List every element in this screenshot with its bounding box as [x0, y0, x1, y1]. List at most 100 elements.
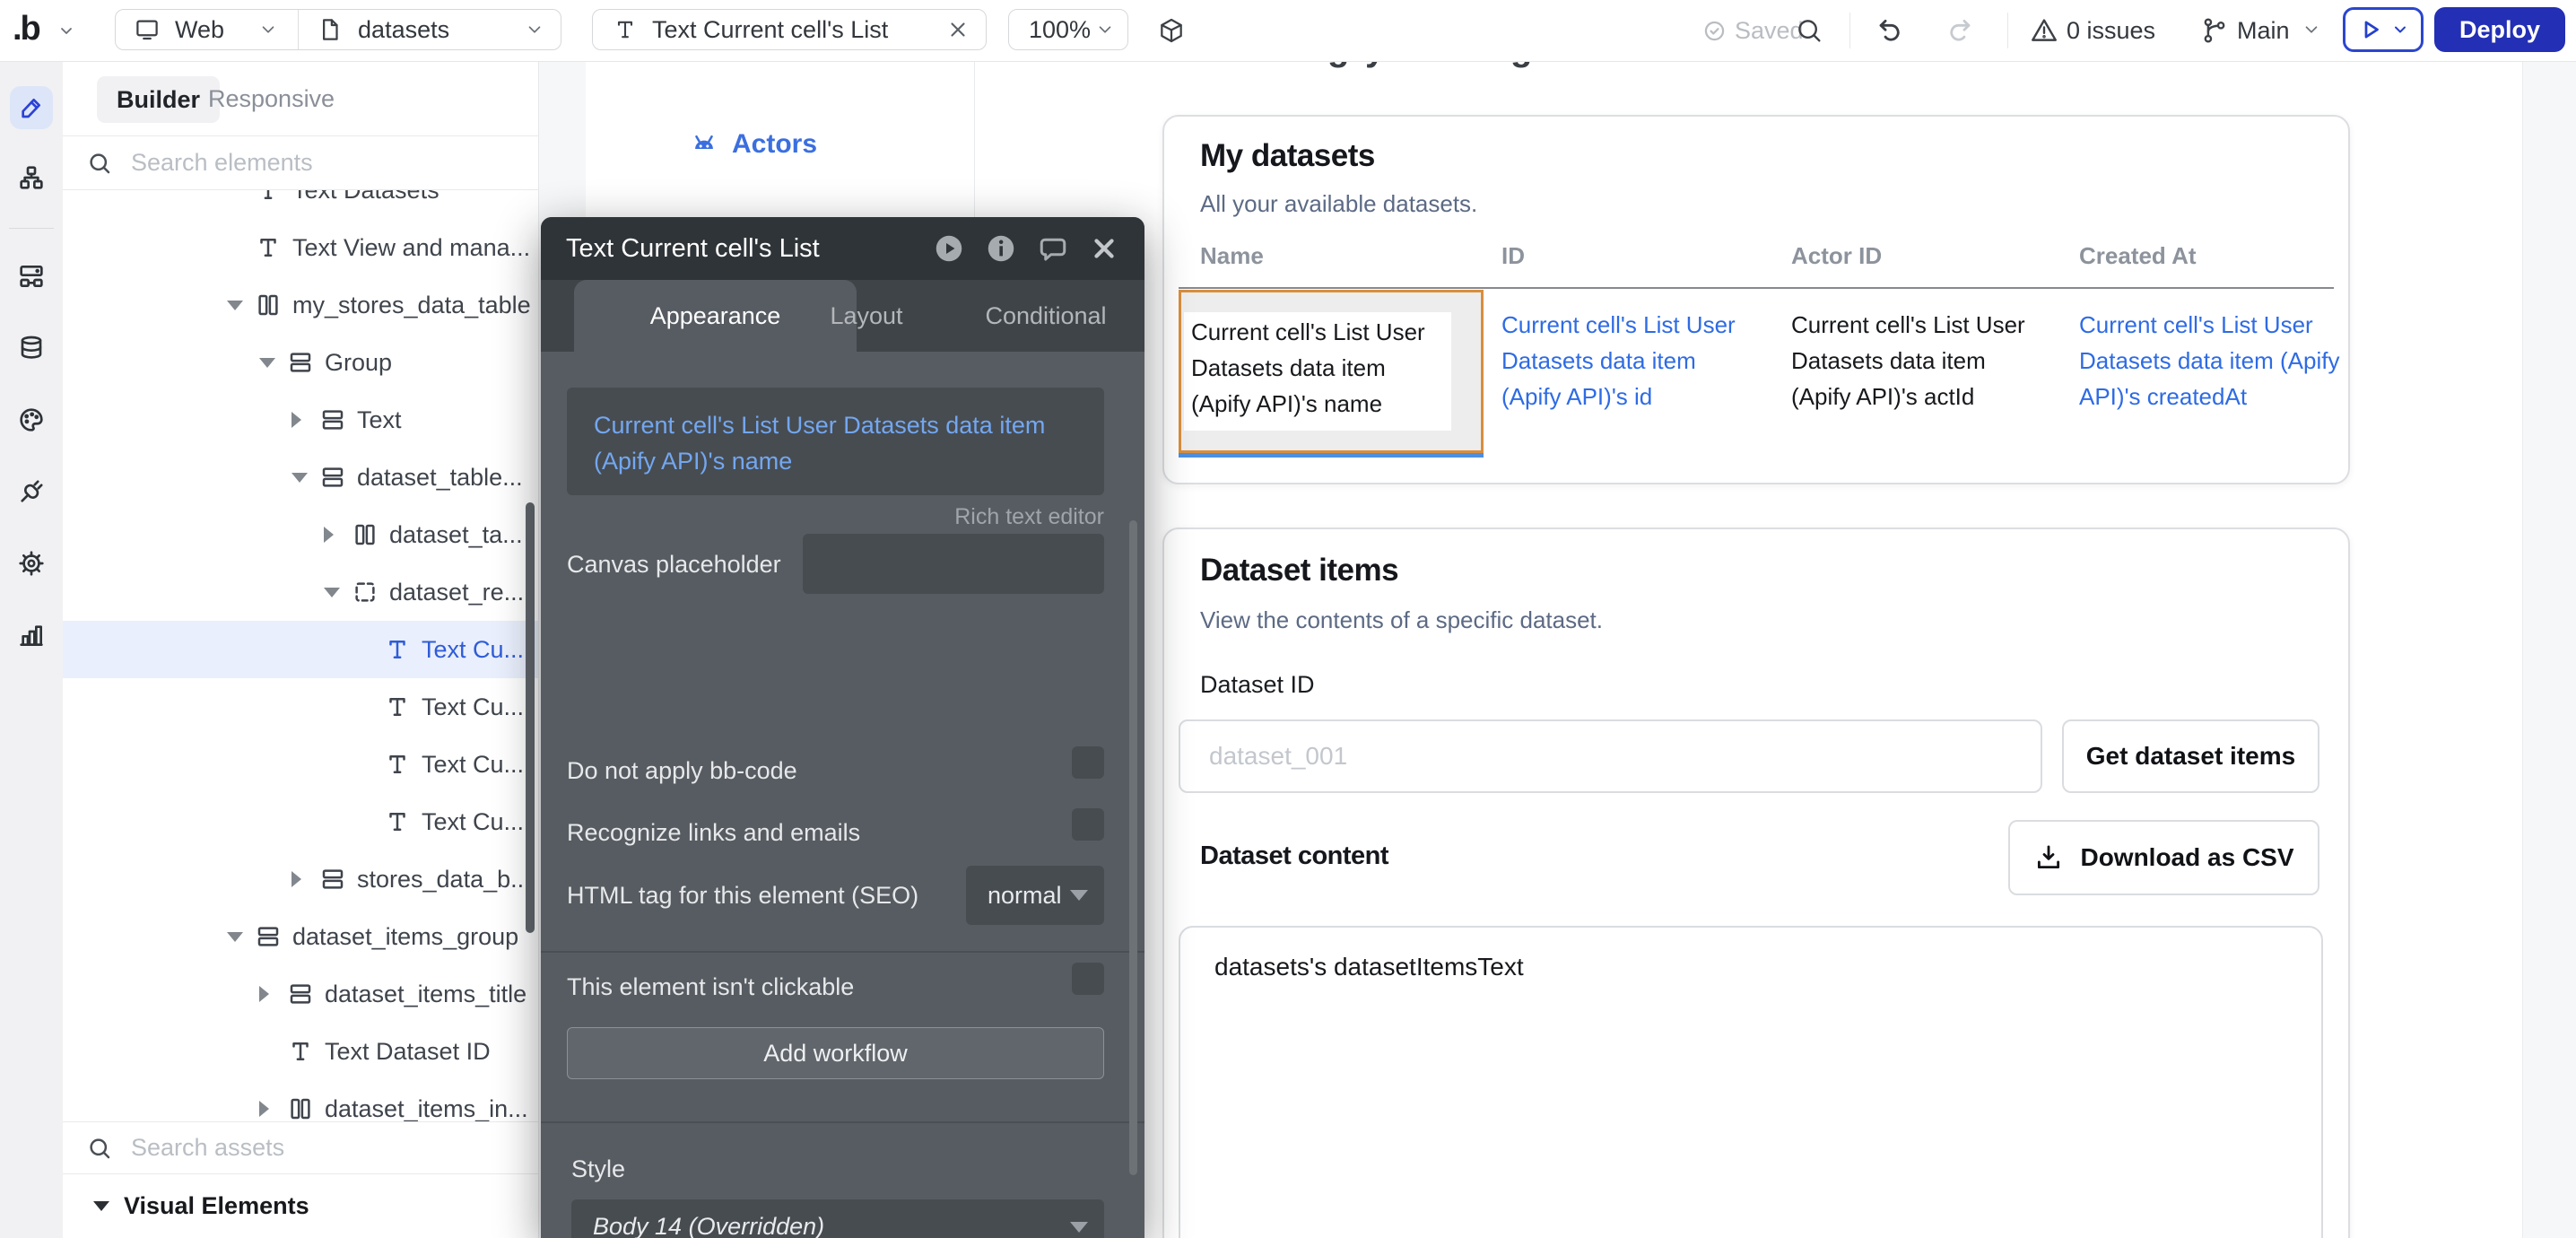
comment-icon[interactable]	[1037, 232, 1069, 265]
tree-item[interactable]: dataset_ta...	[63, 506, 538, 563]
chevron-down-icon[interactable]	[1095, 20, 1115, 39]
rail-data-tab[interactable]	[10, 327, 53, 370]
chevron-down-icon[interactable]	[2302, 20, 2321, 39]
close-icon[interactable]	[946, 18, 970, 41]
not-clickable-checkbox[interactable]	[1072, 963, 1104, 995]
caret-right-icon[interactable]	[292, 871, 319, 887]
cell-actor-id-text[interactable]: Current cell's List User Datasets data i…	[1791, 307, 2039, 414]
rail-workflow-tab[interactable]	[10, 156, 53, 199]
property-editor-header[interactable]: Text Current cell's List	[541, 217, 1144, 280]
caret-right-icon[interactable]	[324, 527, 352, 543]
plug-icon	[17, 477, 46, 506]
col-header-name: Name	[1200, 242, 1264, 270]
tree-item[interactable]: Text Cu...	[63, 793, 538, 850]
rail-plugins-tab[interactable]	[10, 470, 53, 513]
caret-down-icon[interactable]	[227, 301, 255, 310]
tab-conditional[interactable]: Conditional	[956, 280, 1136, 352]
tree-item[interactable]: Text Cu...	[63, 678, 538, 736]
caret-right-icon[interactable]	[259, 986, 287, 1002]
property-editor-scrollbar[interactable]	[1129, 520, 1137, 1175]
caret-right-icon[interactable]	[292, 412, 319, 428]
package-icon[interactable]	[1157, 16, 1186, 45]
open-element-tab[interactable]: Text Current cell's List	[592, 9, 987, 50]
caret-down-icon[interactable]	[324, 588, 352, 597]
branch-select[interactable]: Main	[2237, 17, 2290, 45]
rail-design-tab[interactable]	[10, 86, 53, 129]
download-csv-button[interactable]: Download as CSV	[2008, 820, 2319, 895]
tree-scrollbar[interactable]	[526, 502, 535, 933]
get-dataset-items-button[interactable]: Get dataset items	[2062, 719, 2319, 793]
style-dropdown[interactable]: Body 14 (Overridden)	[571, 1199, 1104, 1238]
caret-down-icon[interactable]	[292, 473, 319, 483]
rail-logs-tab[interactable]	[10, 614, 53, 657]
search-icon[interactable]	[1794, 15, 1824, 46]
logo-chevron-down-icon[interactable]	[56, 20, 77, 41]
tree-item[interactable]: dataset_items_group	[63, 908, 538, 965]
tab-builder[interactable]: Builder	[97, 76, 220, 123]
tree-item[interactable]: Text Cu...	[63, 736, 538, 793]
rail-styles-tab[interactable]	[10, 398, 53, 441]
style-value: Body 14 (Overridden)	[571, 1213, 1070, 1238]
caret-down-icon[interactable]	[227, 932, 255, 942]
selected-text-element-cell[interactable]: Current cell's List User Datasets data i…	[1179, 290, 1484, 453]
rail-settings-tab[interactable]	[10, 542, 53, 585]
tree-item[interactable]: Text Dataset ID	[63, 1023, 538, 1080]
tree-item[interactable]: dataset_items_in...	[63, 1080, 538, 1121]
html-tag-dropdown[interactable]: normal	[966, 866, 1104, 925]
canvas-placeholder-input[interactable]	[803, 534, 1104, 594]
chevron-down-icon[interactable]	[258, 20, 278, 39]
search-assets-row[interactable]: Search assets	[63, 1121, 538, 1173]
rich-text-editor-link[interactable]: Rich text editor	[954, 504, 1104, 530]
zoom-control[interactable]: 100%	[1008, 9, 1128, 50]
tree-item[interactable]: Text Cu...	[63, 621, 538, 678]
add-workflow-button[interactable]: Add workflow	[567, 1027, 1104, 1079]
cell-id-text[interactable]: Current cell's List User Datasets data i…	[1501, 307, 1753, 414]
text-expression-field[interactable]: Current cell's List User Datasets data i…	[567, 388, 1104, 495]
zoom-level: 100%	[1029, 16, 1091, 44]
dataset-id-input[interactable]: dataset_001	[1179, 719, 2042, 793]
tree-item[interactable]: dataset_re...	[63, 563, 538, 621]
tree-item-label: Group	[325, 349, 392, 377]
tree-item[interactable]: my_stores_data_table	[63, 276, 538, 334]
elements-panel: Builder Responsive Search elements Text …	[63, 61, 539, 1238]
bubble-editor: Actors g y g My datasets All your availa…	[0, 0, 2576, 1238]
cell-name-text[interactable]: Current cell's List User Datasets data i…	[1191, 314, 1449, 422]
top-toolbar: .b Web datasets Text Current cell's List	[0, 0, 2576, 62]
deploy-button[interactable]: Deploy	[2434, 7, 2565, 52]
dataset-content-box[interactable]: datasets's datasetItemsText	[1179, 926, 2323, 1238]
rail-components-tab[interactable]	[10, 255, 53, 298]
visual-elements-section[interactable]: Visual Elements	[63, 1173, 538, 1238]
links-checkbox[interactable]	[1072, 808, 1104, 841]
preview-button[interactable]	[2343, 7, 2424, 52]
info-icon[interactable]	[985, 232, 1017, 265]
tree-item[interactable]: dataset_table...	[63, 449, 538, 506]
canvas-nav-actors[interactable]: Actors	[689, 129, 817, 160]
caret-right-icon[interactable]	[259, 1101, 287, 1117]
page-select[interactable]: datasets	[358, 16, 449, 44]
caret-down-icon[interactable]	[259, 358, 287, 368]
tree-item[interactable]: stores_data_b...	[63, 850, 538, 908]
text-expression-value[interactable]: Current cell's List User Datasets data i…	[567, 388, 1104, 499]
preview-element-icon[interactable]	[933, 232, 965, 265]
bubble-logo[interactable]: .b	[13, 10, 39, 48]
tree-item[interactable]: Text	[63, 391, 538, 449]
canvas-nav-actors-label[interactable]: Actors	[732, 129, 817, 160]
issues-counter[interactable]: 0 issues	[2067, 17, 2155, 45]
tree-item[interactable]: dataset_items_title	[63, 965, 538, 1023]
bbcode-checkbox[interactable]	[1072, 746, 1104, 779]
chevron-down-icon[interactable]	[525, 20, 544, 39]
close-icon[interactable]	[1089, 233, 1119, 264]
tree-item[interactable]: Text View and mana...	[63, 219, 538, 276]
tab-responsive[interactable]: Responsive	[208, 61, 335, 136]
search-elements-row[interactable]: Search elements	[63, 136, 538, 190]
dataset-content-text: datasets's datasetItemsText	[1214, 953, 1524, 981]
redo-icon[interactable]	[1945, 15, 1975, 46]
canvas-scroll-gutter[interactable]	[2522, 61, 2576, 1238]
text-element-icon	[384, 693, 411, 720]
undo-icon[interactable]	[1875, 15, 1905, 46]
tree-item[interactable]: Text Datasets	[63, 190, 538, 219]
tab-layout[interactable]: Layout	[795, 280, 938, 352]
platform-select[interactable]: Web	[175, 16, 224, 44]
tree-item[interactable]: Group	[63, 334, 538, 391]
cell-created-at-text[interactable]: Current cell's List User Datasets data i…	[2079, 307, 2348, 414]
